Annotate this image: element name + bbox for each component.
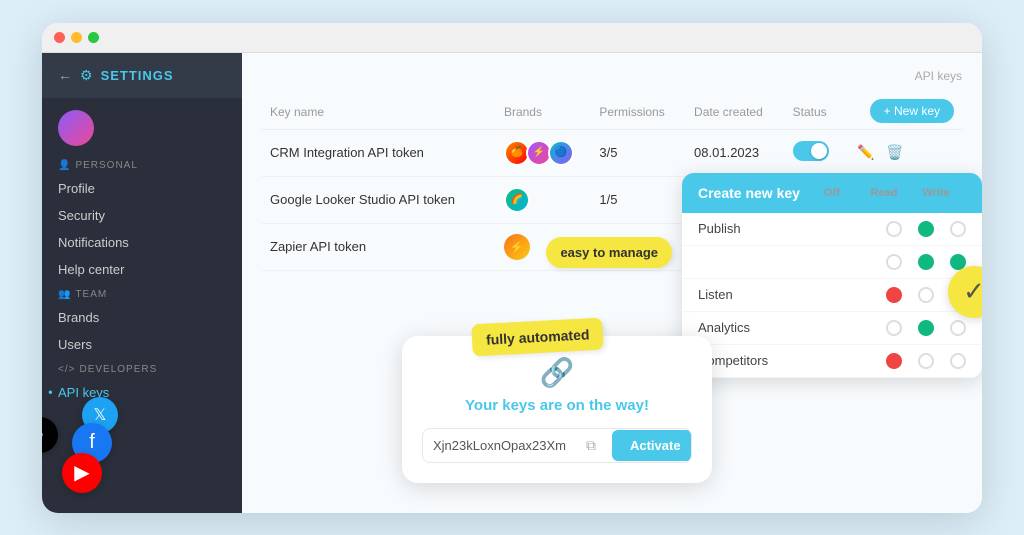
activation-title: Your keys are on the way!	[422, 397, 692, 414]
brand-dot-4: 🌈	[504, 187, 530, 213]
settings-gear-icon: ⚙	[80, 67, 93, 84]
avatar	[58, 110, 94, 146]
table-row: CRM Integration API token 🍊 ⚡ 🔵 3/5 08.0…	[262, 129, 962, 176]
create-key-popup: Create new key Off Read Write Publish	[682, 173, 982, 378]
col-permissions: Permissions	[591, 95, 686, 130]
key-name-cell: CRM Integration API token	[262, 129, 496, 176]
radio-write[interactable]	[950, 221, 966, 237]
copy-button[interactable]: ⧉	[576, 429, 606, 462]
status-cell	[785, 129, 846, 176]
traffic-yellow[interactable]	[71, 32, 82, 43]
create-key-header: Create new key Off Read Write	[682, 173, 982, 213]
link-icon: 🔗	[422, 356, 692, 389]
traffic-red[interactable]	[54, 32, 65, 43]
radio-write-4[interactable]	[950, 320, 966, 336]
brands-cell: 🍊 ⚡ 🔵	[496, 129, 591, 176]
actions-cell: ✏️ 🗑️	[845, 129, 962, 176]
radio-read[interactable]	[918, 221, 934, 237]
traffic-green[interactable]	[88, 32, 99, 43]
permissions-cell: 3/5	[591, 129, 686, 176]
team-section-label: 👥 TEAM	[42, 283, 242, 304]
brands-cell: 🌈	[496, 176, 591, 223]
col-status: Status	[785, 95, 846, 130]
col-write-label: Write	[918, 187, 954, 199]
perm-name-listen: Listen	[698, 287, 878, 302]
col-keyname: Key name	[262, 95, 496, 130]
key-value: Xjn23kLoxnOpax23Xm	[423, 430, 576, 461]
perm-row-analytics: Analytics	[682, 312, 982, 345]
perm-name-competitors: Competitors	[698, 353, 878, 368]
col-date: Date created	[686, 95, 785, 130]
edit-button[interactable]: ✏️	[853, 142, 878, 163]
badge-easy: easy to manage	[546, 237, 672, 268]
radio-off-2[interactable]	[886, 254, 902, 270]
radio-read-3[interactable]	[918, 287, 934, 303]
radio-off-5[interactable]	[886, 353, 902, 369]
radio-off-4[interactable]	[886, 320, 902, 336]
key-name-cell: Zapier API token	[262, 223, 496, 270]
activate-button[interactable]: Activate	[612, 430, 692, 461]
browser-content: ← ⚙ SETTINGS 👤 PERSONAL Profile Security…	[42, 53, 982, 513]
perm-row-listen: Listen	[682, 279, 982, 312]
col-read-label: Read	[866, 187, 902, 199]
browser-titlebar	[42, 23, 982, 53]
youtube-icon[interactable]: ▶	[62, 453, 102, 493]
sidebar: ← ⚙ SETTINGS 👤 PERSONAL Profile Security…	[42, 53, 242, 513]
radio-off-3[interactable]	[886, 287, 902, 303]
toggle-on[interactable]	[793, 141, 829, 161]
perm-row-2	[682, 246, 982, 279]
radio-write-5[interactable]	[950, 353, 966, 369]
perm-row-competitors: Competitors	[682, 345, 982, 378]
key-field-row: Xjn23kLoxnOpax23Xm ⧉ Activate	[422, 428, 692, 463]
brand-dot-3: 🔵	[548, 140, 574, 166]
permissions-cell: 1/5	[591, 176, 686, 223]
perm-name-analytics: Analytics	[698, 320, 878, 335]
date-cell: 08.01.2023	[686, 129, 785, 176]
sidebar-item-security[interactable]: Security	[42, 202, 242, 229]
tiktok-icon[interactable]: ♪	[42, 417, 58, 453]
radio-read-5[interactable]	[918, 353, 934, 369]
radio-read-2[interactable]	[918, 254, 934, 270]
social-cluster: ♪ 𝕏 📷 f in ▶	[42, 333, 222, 513]
badge-automated: fully automated	[471, 317, 604, 356]
col-actions: + New key	[845, 95, 962, 130]
key-name-cell: Google Looker Studio API token	[262, 176, 496, 223]
back-arrow[interactable]: ←	[58, 67, 72, 83]
sidebar-item-notifications[interactable]: Notifications	[42, 229, 242, 256]
new-key-button[interactable]: + New key	[870, 99, 954, 123]
page-label: API keys	[915, 69, 962, 83]
col-brands: Brands	[496, 95, 591, 130]
perm-name: Publish	[698, 221, 878, 236]
browser-window: ← ⚙ SETTINGS 👤 PERSONAL Profile Security…	[42, 23, 982, 513]
create-key-title: Create new key	[698, 185, 800, 201]
sidebar-item-brands[interactable]: Brands	[42, 304, 242, 331]
radio-off[interactable]	[886, 221, 902, 237]
sidebar-item-helpcenter[interactable]: Help center	[42, 256, 242, 283]
radio-read-4[interactable]	[918, 320, 934, 336]
sidebar-item-profile[interactable]: Profile	[42, 175, 242, 202]
personal-section-label: 👤 PERSONAL	[42, 154, 242, 175]
col-off-label: Off	[814, 187, 850, 199]
sidebar-header: ← ⚙ SETTINGS	[42, 53, 242, 98]
activation-popup: 🔗 Your keys are on the way! Xjn23kLoxnOp…	[402, 336, 712, 483]
main-content: API keys Key name Brands Permissions Dat…	[242, 53, 982, 513]
settings-title: SETTINGS	[101, 68, 174, 83]
delete-button[interactable]: 🗑️	[882, 142, 907, 163]
perm-row-publish: Publish	[682, 213, 982, 246]
